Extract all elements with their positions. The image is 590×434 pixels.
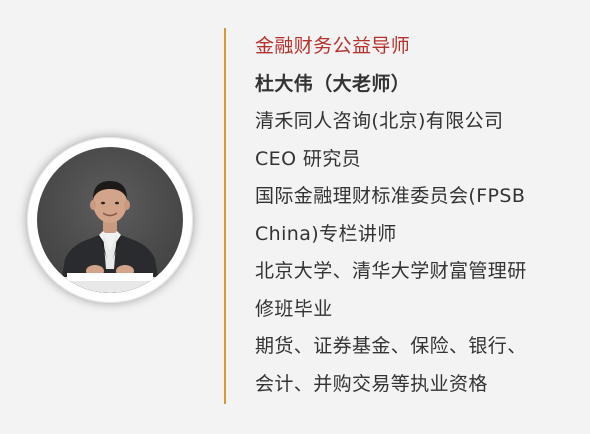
profile-heading: 金融财务公益导师 [255, 35, 411, 57]
profile-line-qualifications: 期货、证券基金、保险、银行、 [255, 335, 527, 357]
profile-line-company: 清禾同人咨询(北京)有限公司 [255, 110, 504, 132]
profile-line-title: CEO 研究员 [255, 147, 362, 170]
profile-text: 金融财务公益导师 杜大伟（大老师） 清禾同人咨询(北京)有限公司 CEO 研究员… [255, 28, 575, 403]
profile-line-qualifications-cont: 会计、并购交易等执业资格 [255, 372, 488, 395]
profile-line-education-cont: 修班毕业 [255, 297, 333, 320]
profile-name: 杜大伟（大老师） [255, 72, 411, 95]
profile-line-fpsb-cont: China)专栏讲师 [255, 222, 397, 245]
profile-line-fpsb: 国际金融理财标准委员会(FPSB [255, 185, 526, 207]
vertical-divider [224, 28, 226, 404]
avatar-frame [27, 137, 193, 303]
profile-line-education: 北京大学、清华大学财富管理研 [255, 260, 527, 282]
avatar [37, 147, 183, 293]
portrait-illustration [37, 181, 183, 293]
profile-card: 金融财务公益导师 杜大伟（大老师） 清禾同人咨询(北京)有限公司 CEO 研究员… [0, 0, 590, 434]
